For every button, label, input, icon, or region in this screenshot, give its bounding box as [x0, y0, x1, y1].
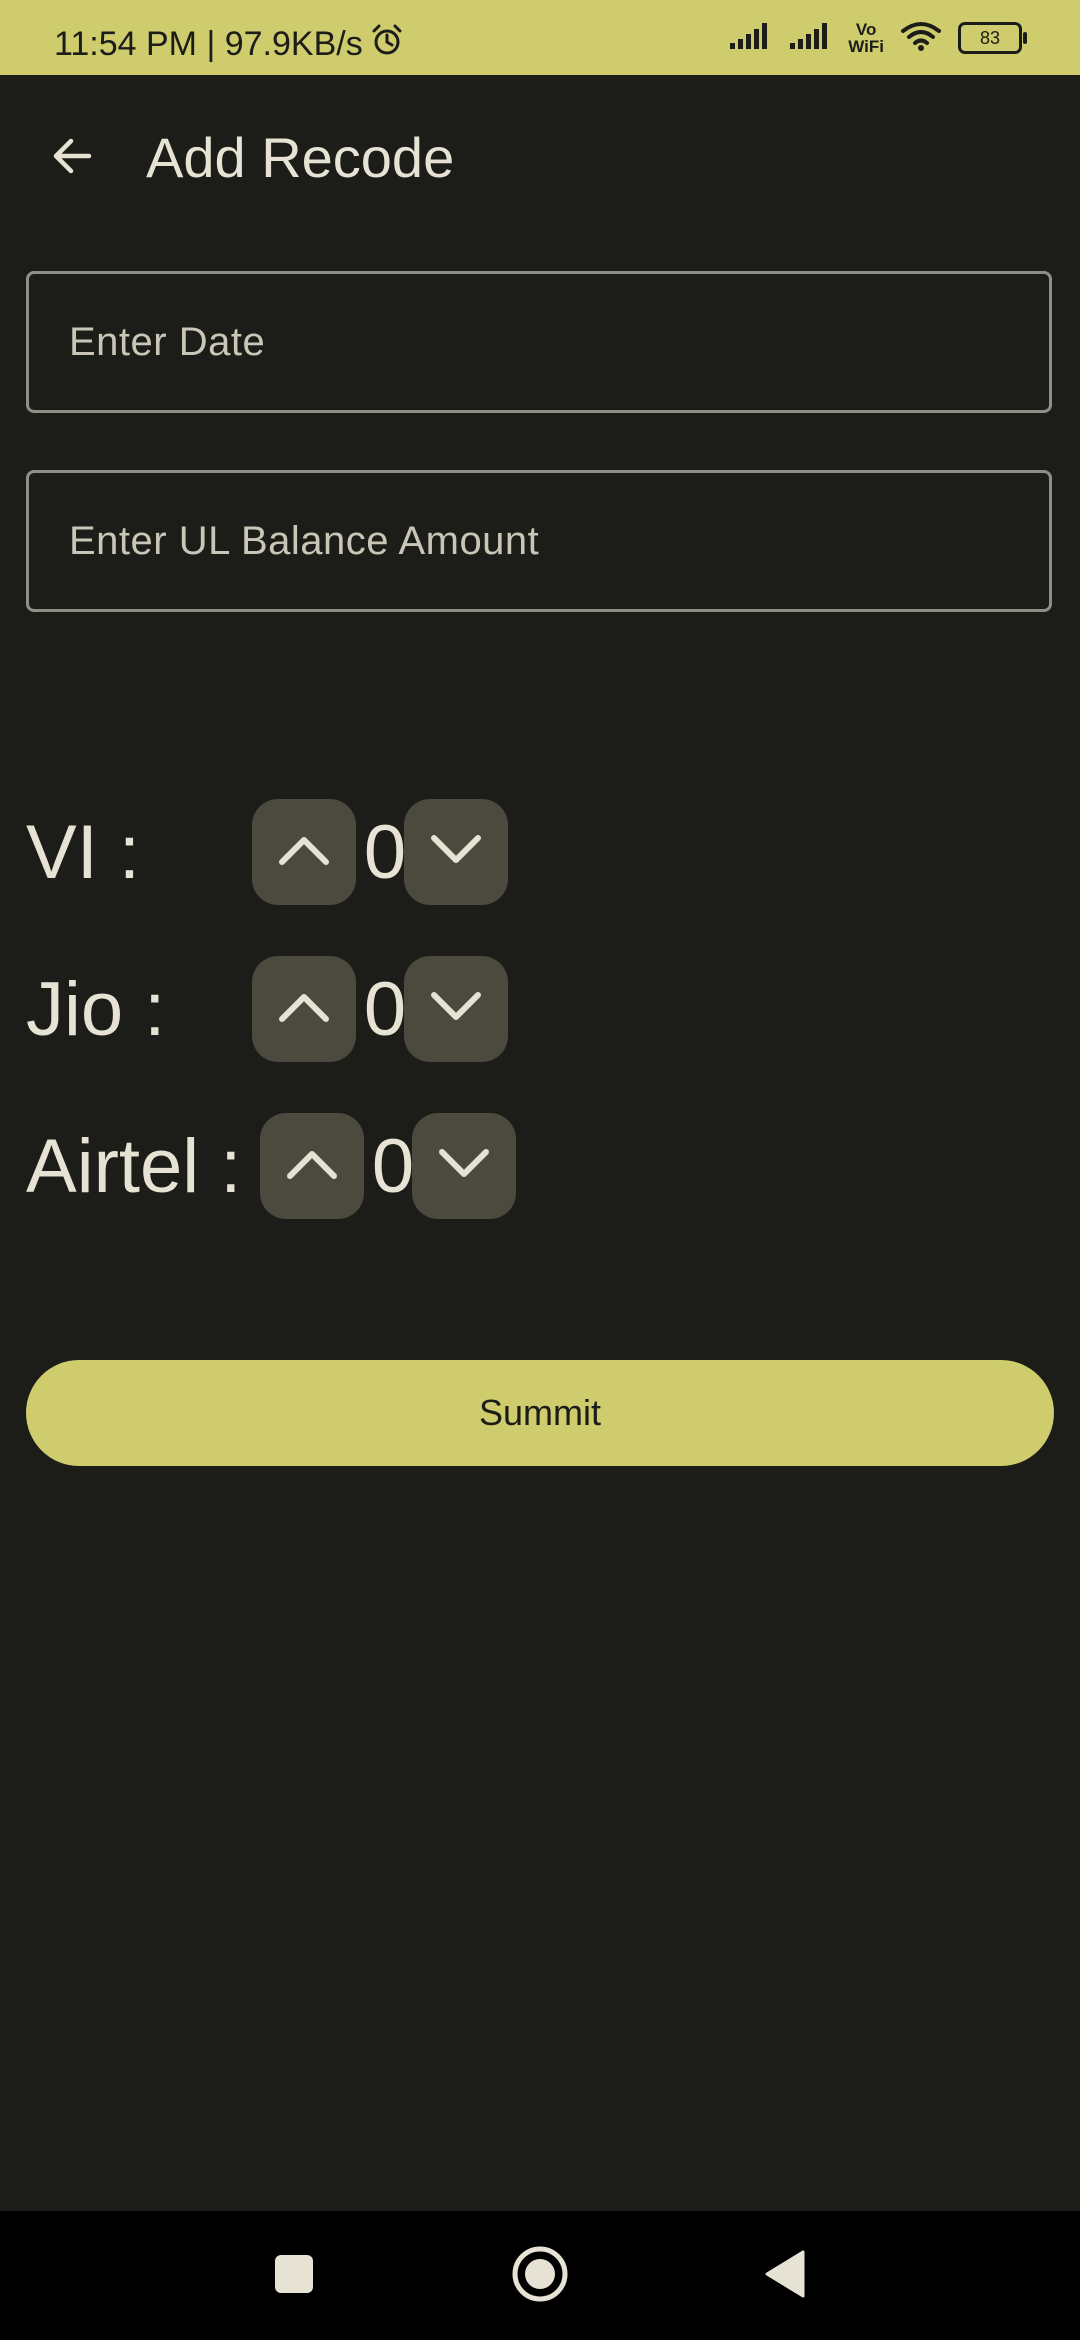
decrement-button[interactable] [404, 799, 508, 905]
back-nav-button[interactable] [740, 2231, 830, 2321]
vowifi-bottom: WiFi [848, 37, 884, 56]
submit-button[interactable]: Summit [26, 1360, 1054, 1466]
balance-amount-input[interactable] [26, 470, 1052, 612]
chevron-up-icon [276, 832, 332, 873]
home-button[interactable] [495, 2231, 585, 2321]
battery-icon: 83 [958, 22, 1027, 54]
arrow-left-icon [49, 132, 97, 185]
status-time-speed: 11:54 PM | 97.9KB/s [54, 25, 363, 63]
home-circle-icon [510, 2244, 570, 2309]
app-bar: Add Recode [0, 75, 1080, 250]
increment-button[interactable] [252, 799, 356, 905]
back-triangle-icon [763, 2249, 807, 2304]
signal-icon [728, 21, 772, 56]
recents-button[interactable] [249, 2231, 339, 2321]
increment-button[interactable] [252, 956, 356, 1062]
chevron-down-icon [428, 989, 484, 1030]
screen: 11:54 PM | 97.9KB/s Vo WiFi 83 Add Recod… [0, 0, 1080, 2340]
page-title: Add Recode [146, 126, 455, 189]
increment-button[interactable] [260, 1113, 364, 1219]
signal-icon [788, 21, 832, 56]
status-bar: 11:54 PM | 97.9KB/s Vo WiFi 83 [0, 0, 1080, 75]
date-input[interactable] [26, 271, 1052, 413]
chevron-up-icon [284, 1146, 340, 1187]
alarm-icon [369, 22, 405, 67]
system-nav-bar [0, 2211, 1080, 2340]
decrement-button[interactable] [404, 956, 508, 1062]
battery-level: 83 [979, 27, 1001, 48]
counter-label: Airtel : [26, 1124, 242, 1209]
recents-square-icon [273, 2253, 315, 2300]
counter-label: VI : [26, 810, 141, 895]
status-left: 11:54 PM | 97.9KB/s [54, 22, 405, 67]
back-button[interactable] [30, 115, 116, 201]
counter-label: Jio : [26, 967, 166, 1052]
chevron-down-icon [436, 1146, 492, 1187]
counter-row-airtel: Airtel : 0 [26, 1113, 1026, 1221]
chevron-down-icon [428, 832, 484, 873]
status-right: Vo WiFi 83 [728, 18, 1027, 58]
wifi-icon [900, 20, 942, 57]
chevron-up-icon [276, 989, 332, 1030]
counter-row-vi: VI : 0 [26, 799, 1026, 907]
counter-row-jio: Jio : 0 [26, 956, 1026, 1064]
vowifi-indicator: Vo WiFi [848, 21, 884, 55]
decrement-button[interactable] [412, 1113, 516, 1219]
